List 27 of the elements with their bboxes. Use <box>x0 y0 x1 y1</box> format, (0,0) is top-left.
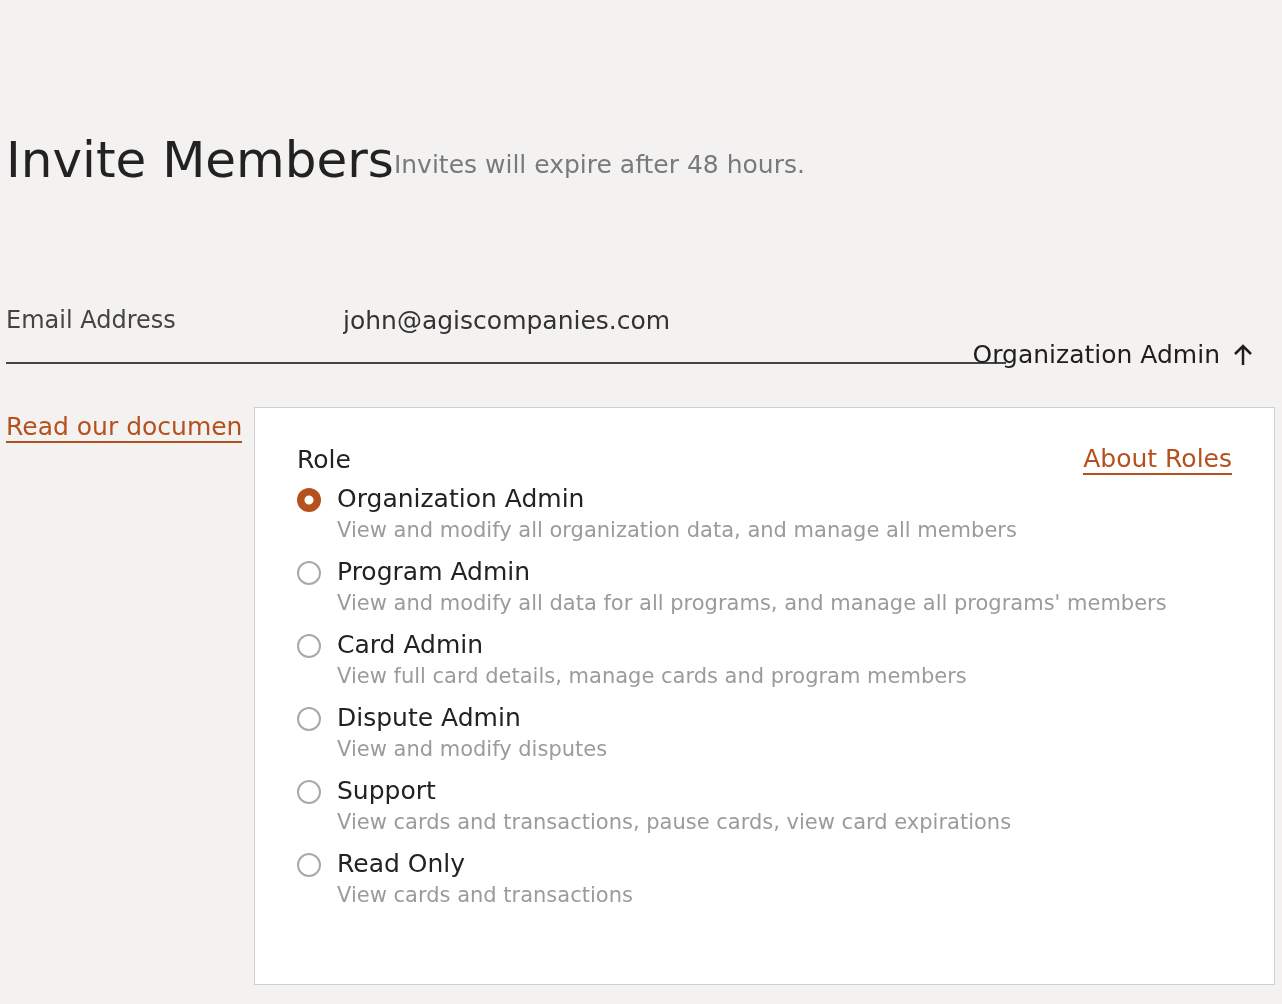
arrow-icon <box>1232 342 1254 367</box>
role-name[interactable]: Program Admin <box>337 556 1167 588</box>
role-name[interactable]: Dispute Admin <box>337 702 608 734</box>
expiry-note: Invites will expire after 48 hours. <box>393 150 805 179</box>
role-description: View cards and transactions <box>337 882 633 909</box>
email-field[interactable]: john@agiscompanies.com <box>343 305 863 335</box>
role-name[interactable]: Organization Admin <box>337 483 1017 515</box>
radio-button[interactable] <box>297 853 321 877</box>
radio-button[interactable] <box>297 634 321 658</box>
radio-button[interactable] <box>297 488 321 512</box>
email-label: Email Address <box>6 306 177 334</box>
role-description: View cards and transactions, pause cards, view card expirations <box>337 809 1012 836</box>
role-name[interactable]: Card Admin <box>337 629 967 661</box>
page-title: Invite Members <box>6 130 394 191</box>
role-dropdown[interactable]: Organization Admin <box>972 340 1254 369</box>
radio-button[interactable] <box>297 780 321 804</box>
role-description: View and modify all data for all programs, and manage all programs' members <box>337 590 1167 617</box>
radio-button[interactable] <box>297 707 321 731</box>
role-description: View and modify all organization data, and manage all members <box>337 517 1017 544</box>
role-name[interactable]: Support <box>337 775 1012 807</box>
role-description: View full card details, manage cards and program members <box>337 663 967 690</box>
role-name[interactable]: Read Only <box>337 848 633 880</box>
role-heading: Role <box>297 445 351 474</box>
radio-button[interactable] <box>297 561 321 585</box>
about-roles-link[interactable]: About Roles <box>1083 444 1232 475</box>
role-description: View and modify disputes <box>337 736 608 763</box>
documentation-link[interactable]: Read our documen <box>6 412 243 443</box>
